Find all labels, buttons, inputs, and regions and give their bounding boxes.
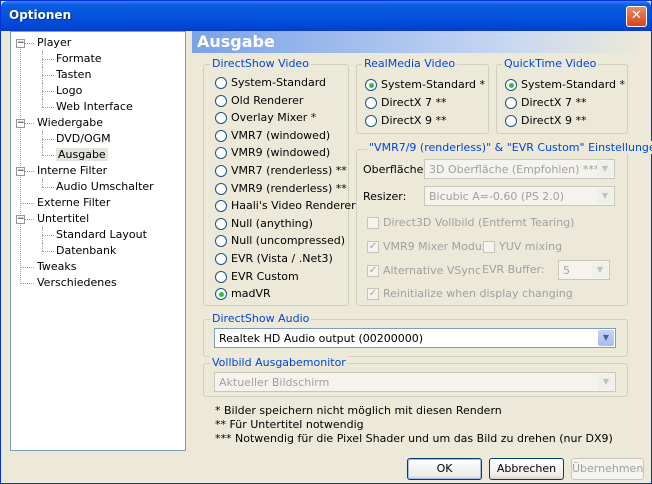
tree-item-standard-layout[interactable]: Standard Layout <box>56 227 147 243</box>
tree-item-wiedergabe[interactable]: Wiedergabe <box>37 115 103 131</box>
evr-buffer-label: EVR Buffer: <box>482 263 545 276</box>
collapse-icon[interactable]: − <box>16 39 25 48</box>
tree-item-ausgabe[interactable]: Ausgabe <box>56 147 108 163</box>
tree-item-logo[interactable]: Logo <box>56 83 82 99</box>
chevron-down-icon: ▼ <box>597 161 613 177</box>
radio-icon <box>215 77 227 89</box>
note-2: ** Für Untertitel notwendig <box>215 418 364 431</box>
audio-output-select[interactable]: Realtek HD Audio output (00200000) ▼ <box>214 328 616 348</box>
tree-item-dvd-ogm[interactable]: DVD/OGM <box>56 131 111 147</box>
tree-item-interne-filter[interactable]: Interne Filter <box>37 163 107 179</box>
window-title: Optionen <box>9 8 72 22</box>
surface-label: Oberfläche: <box>363 163 428 176</box>
chevron-down-icon: ▼ <box>598 374 614 390</box>
radio-icon <box>215 270 227 283</box>
tree-item-untertitel[interactable]: Untertitel <box>37 211 89 227</box>
resizer-label: Resizer: <box>363 190 407 203</box>
ok-button[interactable]: OK <box>407 458 482 480</box>
title-bar[interactable]: Optionen ✕ <box>1 1 651 31</box>
chevron-down-icon: ▼ <box>597 188 613 204</box>
settings-tree[interactable]: − Player Formate Tasten Logo Web Interface − Wi… <box>10 31 186 451</box>
surface-select[interactable]: 3D Oberfläche (Empfohlen) *** ▼ <box>424 159 615 179</box>
tree-item-web-interface[interactable]: Web Interface <box>56 99 133 115</box>
radio-icon <box>215 217 227 230</box>
radio-icon <box>365 79 377 91</box>
panel-header: Ausgabe <box>192 31 642 53</box>
realmedia-video-label: RealMedia Video <box>362 57 458 70</box>
cancel-button[interactable]: Abbrechen <box>489 458 564 480</box>
directshow-video-label: DirectShow Video <box>210 57 311 70</box>
radio-icon <box>505 79 517 91</box>
tree-item-tasten[interactable]: Tasten <box>56 67 91 83</box>
directshow-audio-label: DirectShow Audio <box>210 312 312 325</box>
panel-title: Ausgabe <box>197 32 275 51</box>
tree-item-verschiedenes[interactable]: Verschiedenes <box>37 275 117 291</box>
tree-item-audio-umschalter[interactable]: Audio Umschalter <box>56 179 154 195</box>
fullscreen-monitor-label: Vollbild Ausgabemonitor <box>210 356 348 369</box>
radio-icon <box>215 253 227 265</box>
tree-item-player[interactable]: Player <box>37 35 71 51</box>
apply-button[interactable]: Übernehmen <box>571 458 644 480</box>
note-1: * Bilder speichern nicht möglich mit die… <box>215 404 502 417</box>
note-3: *** Notwendig für die Pixel Shader und u… <box>215 432 613 445</box>
tree-item-externe-filter[interactable]: Externe Filter <box>37 195 110 211</box>
collapse-icon[interactable]: − <box>16 167 25 176</box>
radio-icon <box>505 97 517 109</box>
radio-icon <box>215 182 227 195</box>
radio-icon <box>365 97 377 109</box>
tree-item-datenbank[interactable]: Datenbank <box>56 243 116 259</box>
fullscreen-monitor-select[interactable]: Aktueller Bildschirm ▼ <box>214 372 616 392</box>
radio-icon <box>215 165 227 177</box>
options-dialog: Optionen ✕ − Player Formate Tasten Logo Web I… <box>0 0 652 484</box>
radio-icon <box>365 115 377 127</box>
check-icon: ✓ <box>367 241 379 253</box>
radio-icon <box>505 115 517 127</box>
chevron-down-icon: ▼ <box>592 262 608 278</box>
tree-item-tweaks[interactable]: Tweaks <box>37 259 77 275</box>
collapse-icon[interactable]: − <box>16 215 25 224</box>
close-icon[interactable]: ✕ <box>626 6 647 27</box>
radio-icon <box>215 94 227 107</box>
tree-item-formate[interactable]: Formate <box>56 51 102 67</box>
collapse-icon[interactable]: − <box>16 119 25 128</box>
check-icon: ✓ <box>367 288 379 300</box>
quicktime-video-label: QuickTime Video <box>502 57 599 70</box>
vmr-settings-label: "VMR7/9 (renderless)" & "EVR Custom" Ein… <box>367 141 652 154</box>
radio-icon <box>215 129 227 142</box>
evr-buffer-select[interactable]: 5 ▼ <box>558 260 610 280</box>
chevron-down-icon: ▼ <box>598 330 614 346</box>
resizer-select[interactable]: Bicubic A=-0.60 (PS 2.0) ▼ <box>424 186 615 206</box>
check-icon: ✓ <box>367 265 379 277</box>
